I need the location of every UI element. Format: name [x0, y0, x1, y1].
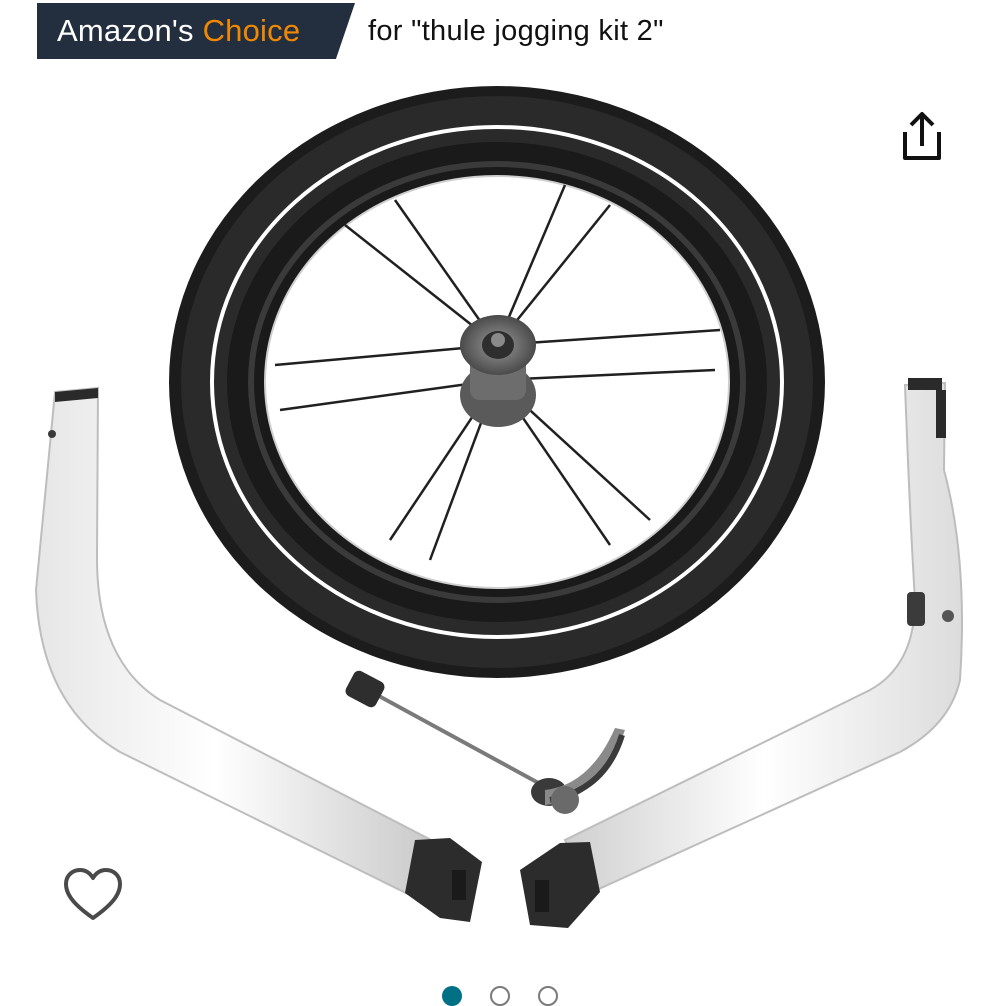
badge-search-query: for "thule jogging kit 2" — [368, 15, 664, 47]
image-carousel-dots — [0, 982, 1000, 1006]
heart-outline-icon — [64, 868, 122, 920]
jogging-kit-illustration — [34, 86, 963, 928]
add-to-wishlist-button[interactable] — [62, 866, 124, 924]
product-image[interactable] — [0, 70, 1000, 970]
amazons-choice-badge: Amazon's Choice — [37, 3, 355, 59]
carousel-dot-2[interactable] — [490, 986, 510, 1006]
carousel-dot-1[interactable] — [442, 986, 462, 1006]
carousel-dot-3[interactable] — [538, 986, 558, 1006]
wheel — [169, 86, 825, 678]
quick-release-axle — [345, 670, 625, 814]
badge-prefix: Amazon's — [57, 13, 194, 48]
amazons-choice-banner: Amazon's Choice for "thule jogging kit 2… — [0, 0, 1000, 62]
badge-choice-word: Choice — [202, 13, 301, 48]
